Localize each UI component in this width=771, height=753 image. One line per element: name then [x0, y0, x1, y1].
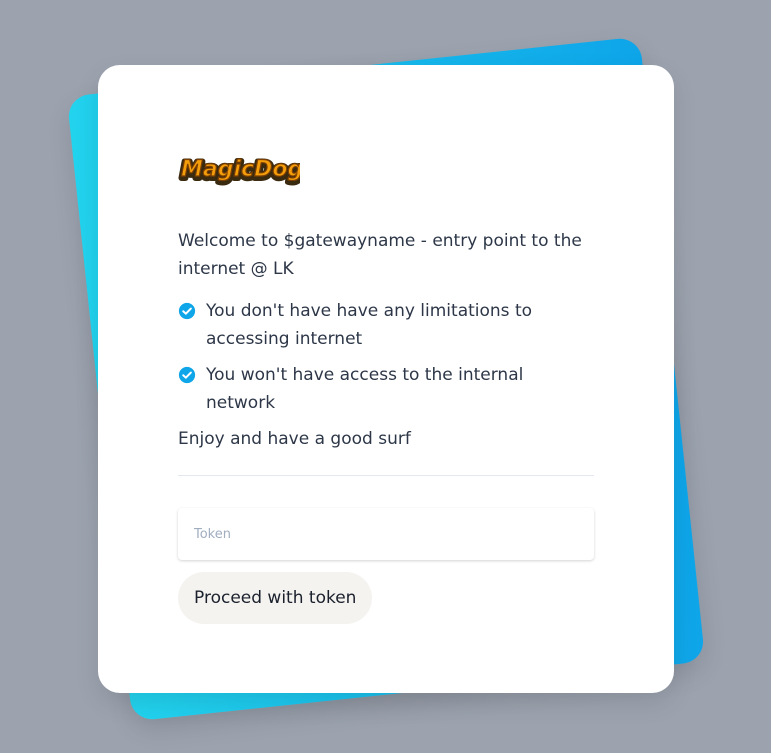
page: MagicDog MagicDog Welcome to $gatewaynam… [0, 0, 771, 753]
magicdog-logo: MagicDog MagicDog [178, 156, 300, 187]
feature-label: You won't have access to the internal ne… [206, 365, 524, 413]
feature-item: You won't have access to the internal ne… [178, 361, 594, 417]
welcome-text: Welcome to $gatewayname - entry point to… [178, 231, 582, 279]
check-circle-icon [178, 302, 196, 320]
feature-label: You don't have have any limitations to a… [206, 301, 533, 349]
token-input[interactable] [178, 508, 594, 560]
divider [178, 475, 594, 476]
proceed-with-token-button[interactable]: Proceed with token [178, 572, 373, 624]
closing-text: Enjoy and have a good surf [178, 429, 411, 449]
check-circle-icon [178, 366, 196, 384]
portal-card: MagicDog MagicDog Welcome to $gatewaynam… [98, 65, 674, 693]
feature-list: You don't have have any limitations to a… [178, 297, 594, 417]
feature-item: You don't have have any limitations to a… [178, 297, 594, 353]
svg-text:MagicDog: MagicDog [181, 157, 300, 182]
